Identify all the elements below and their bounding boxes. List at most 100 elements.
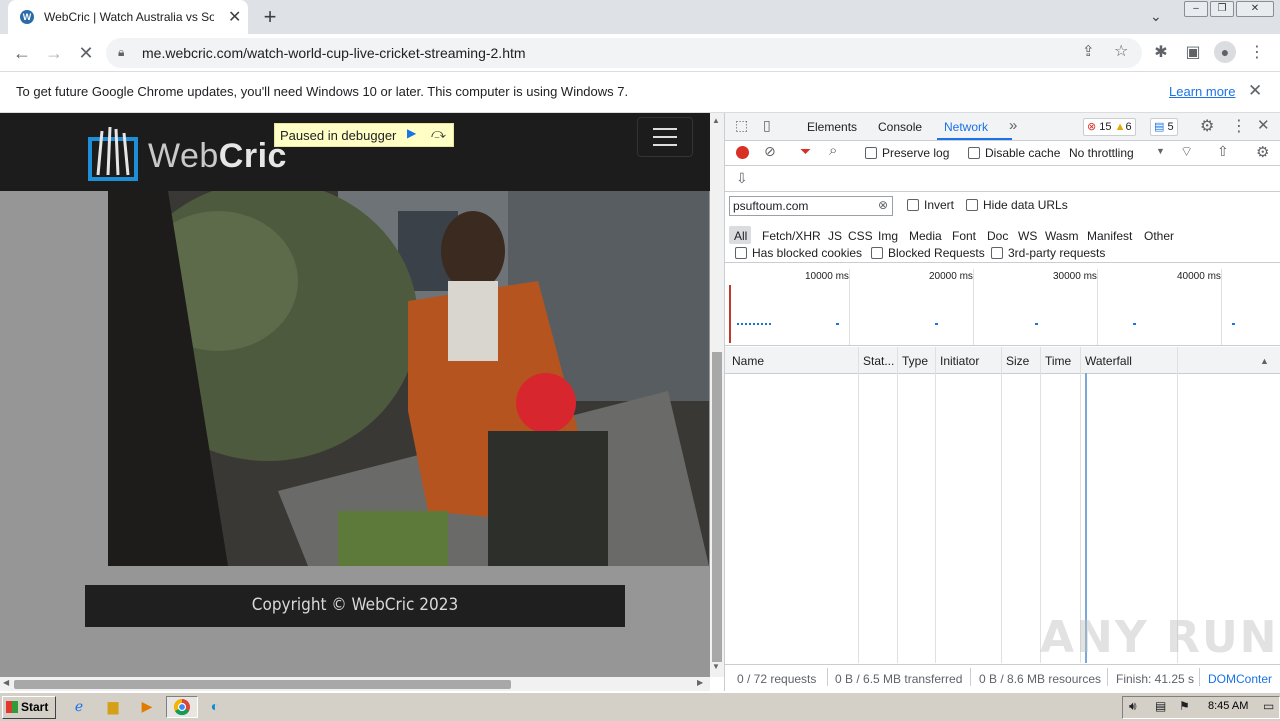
profile-avatar-icon[interactable]: ● — [1214, 41, 1236, 63]
issues-counter-badge[interactable]: ⊗ 15 ▲6 — [1083, 118, 1136, 136]
preserve-log-checkbox[interactable] — [865, 147, 877, 159]
download-har-icon[interactable]: ⇩ — [736, 170, 748, 187]
filter-input[interactable]: psuftoum.com ⊗ — [729, 196, 893, 216]
devtools-menu-icon[interactable]: ⋮ — [1231, 116, 1247, 136]
filter-type-css[interactable]: CSS — [848, 229, 873, 243]
devtools-close-icon[interactable]: ✕ — [1257, 116, 1270, 134]
has-blocked-cookies-checkbox[interactable] — [735, 247, 747, 259]
clear-icon[interactable]: ⊘ — [764, 143, 776, 160]
volume-icon[interactable]: 🔊︎ — [1129, 699, 1137, 714]
edge-icon[interactable]: ◐ — [204, 696, 226, 716]
logo-web: Web — [148, 137, 219, 175]
url-text[interactable]: me.webcric.com/watch-world-cup-live-cric… — [142, 45, 526, 61]
start-button[interactable]: Start — [2, 696, 56, 719]
column-status[interactable]: Stat... — [863, 354, 894, 368]
device-toolbar-icon[interactable]: ▯ — [763, 117, 771, 134]
new-tab-button[interactable]: + — [258, 4, 282, 30]
scroll-up-arrow-icon[interactable]: ▲ — [712, 116, 720, 125]
step-over-icon[interactable]: ⤼ — [431, 125, 446, 142]
minimize-button[interactable]: – — [1184, 1, 1208, 17]
column-separator — [1001, 347, 1002, 663]
filter-type-doc[interactable]: Doc — [987, 229, 1008, 243]
video-player[interactable] — [108, 191, 709, 566]
filter-type-wasm[interactable]: Wasm — [1045, 229, 1079, 243]
share-icon[interactable]: ⇪ — [1082, 42, 1095, 60]
side-panel-icon[interactable]: ▣ — [1182, 42, 1204, 62]
page-horizontal-scroll-thumb[interactable] — [14, 680, 511, 689]
filter-type-other[interactable]: Other — [1144, 229, 1174, 243]
network-settings-gear-icon[interactable]: ⚙ — [1256, 143, 1269, 161]
taskbar-clock[interactable]: 8:45 AM — [1208, 700, 1248, 712]
back-arrow-icon[interactable]: ← — [10, 41, 34, 65]
window-close-button[interactable]: ✕ — [1236, 1, 1274, 17]
sort-ascending-icon[interactable]: ▲ — [1260, 356, 1269, 366]
column-waterfall[interactable]: Waterfall — [1085, 354, 1132, 368]
lock-icon[interactable]: 🔒︎ — [118, 45, 124, 60]
tab-network[interactable]: Network — [944, 120, 988, 134]
filter-type-ws[interactable]: WS — [1018, 229, 1037, 243]
filter-type-font[interactable]: Font — [952, 229, 976, 243]
browser-tab[interactable]: W WebCric | Watch Australia vs South ✕ — [8, 0, 248, 34]
webcric-logo-icon[interactable] — [88, 125, 138, 183]
infobar-close-icon[interactable]: ✕ — [1248, 81, 1262, 101]
filter-type-js[interactable]: JS — [828, 229, 842, 243]
show-desktop-icon[interactable]: ▭ — [1263, 699, 1274, 713]
messages-badge[interactable]: ▤ 5 — [1150, 118, 1178, 136]
third-party-requests-checkbox[interactable] — [991, 247, 1003, 259]
forward-arrow-icon[interactable]: → — [42, 41, 66, 65]
learn-more-link[interactable]: Learn more — [1169, 84, 1235, 99]
settings-gear-icon[interactable]: ⚙ — [1200, 116, 1214, 136]
tab-console[interactable]: Console — [878, 120, 922, 134]
address-bar[interactable]: 🔒︎ me.webcric.com/watch-world-cup-live-c… — [106, 38, 1142, 68]
upload-har-icon[interactable]: ⇧ — [1217, 143, 1229, 160]
scroll-right-arrow-icon[interactable]: ▶ — [697, 678, 703, 687]
clear-filter-icon[interactable]: ⊗ — [878, 198, 888, 212]
restore-button[interactable]: ❐ — [1210, 1, 1234, 17]
action-center-flag-icon[interactable]: ⚑ — [1179, 699, 1190, 713]
invert-checkbox[interactable] — [907, 199, 919, 211]
chrome-taskbar-icon[interactable] — [166, 696, 198, 718]
hamburger-menu-button[interactable] — [637, 117, 693, 157]
filter-type-fetch-xhr[interactable]: Fetch/XHR — [762, 229, 821, 243]
column-size[interactable]: Size — [1006, 354, 1029, 368]
column-time[interactable]: Time — [1045, 354, 1071, 368]
scroll-left-arrow-icon[interactable]: ◀ — [3, 678, 9, 687]
throttling-select[interactable]: No throttling — [1069, 146, 1134, 160]
file-explorer-icon[interactable]: ▆ — [102, 696, 124, 716]
tab-close-icon[interactable]: ✕ — [228, 7, 241, 27]
devtools-tabbar: ⬚ ▯ Elements Console Network » ⊗ 15 ▲6 ▤… — [725, 113, 1280, 141]
scroll-down-arrow-icon[interactable]: ▼ — [712, 662, 720, 671]
filter-type-img[interactable]: Img — [878, 229, 898, 243]
tab-elements[interactable]: Elements — [807, 120, 857, 134]
network-conditions-wifi-icon[interactable]: ⌔ — [1180, 143, 1193, 161]
filter-input-value[interactable]: psuftoum.com — [733, 199, 808, 213]
page-vertical-scroll-thumb[interactable] — [712, 352, 722, 662]
bookmark-star-icon[interactable]: ☆ — [1114, 41, 1128, 61]
throttling-dropdown-icon[interactable]: ▼ — [1156, 146, 1165, 156]
resume-icon[interactable]: ▶︎ — [407, 126, 416, 140]
disable-cache-checkbox[interactable] — [968, 147, 980, 159]
devtools-panel: ⬚ ▯ Elements Console Network » ⊗ 15 ▲6 ▤… — [724, 113, 1280, 692]
network-icon[interactable]: ▤ — [1155, 699, 1166, 713]
filter-type-manifest[interactable]: Manifest — [1087, 229, 1132, 243]
record-icon[interactable] — [736, 146, 749, 159]
kebab-menu-icon[interactable]: ⋮ — [1246, 42, 1268, 62]
stop-loading-icon[interactable]: ✕ — [74, 41, 98, 65]
internet-explorer-icon[interactable]: ℯ — [68, 696, 90, 716]
media-player-icon[interactable]: ▶ — [136, 696, 158, 716]
blocked-requests-checkbox[interactable] — [871, 247, 883, 259]
column-type[interactable]: Type — [902, 354, 928, 368]
filter-funnel-icon[interactable]: ⏷ — [800, 143, 811, 160]
column-name[interactable]: Name — [732, 354, 764, 368]
hide-data-urls-checkbox[interactable] — [966, 199, 978, 211]
more-tabs-chevron-icon[interactable]: » — [1009, 117, 1017, 134]
webcric-logo-text[interactable]: WebCric — [148, 137, 287, 176]
blocked-requests-label: Blocked Requests — [888, 246, 985, 260]
filter-type-media[interactable]: Media — [909, 229, 942, 243]
filter-type-all[interactable]: All — [734, 229, 747, 243]
column-initiator[interactable]: Initiator — [940, 354, 979, 368]
search-icon[interactable]: ⌕ — [829, 142, 837, 159]
extensions-puzzle-icon[interactable]: ✱ — [1150, 42, 1172, 62]
tab-search-chevron-icon[interactable]: ⌄ — [1150, 8, 1162, 25]
inspect-element-icon[interactable]: ⬚ — [735, 117, 748, 134]
